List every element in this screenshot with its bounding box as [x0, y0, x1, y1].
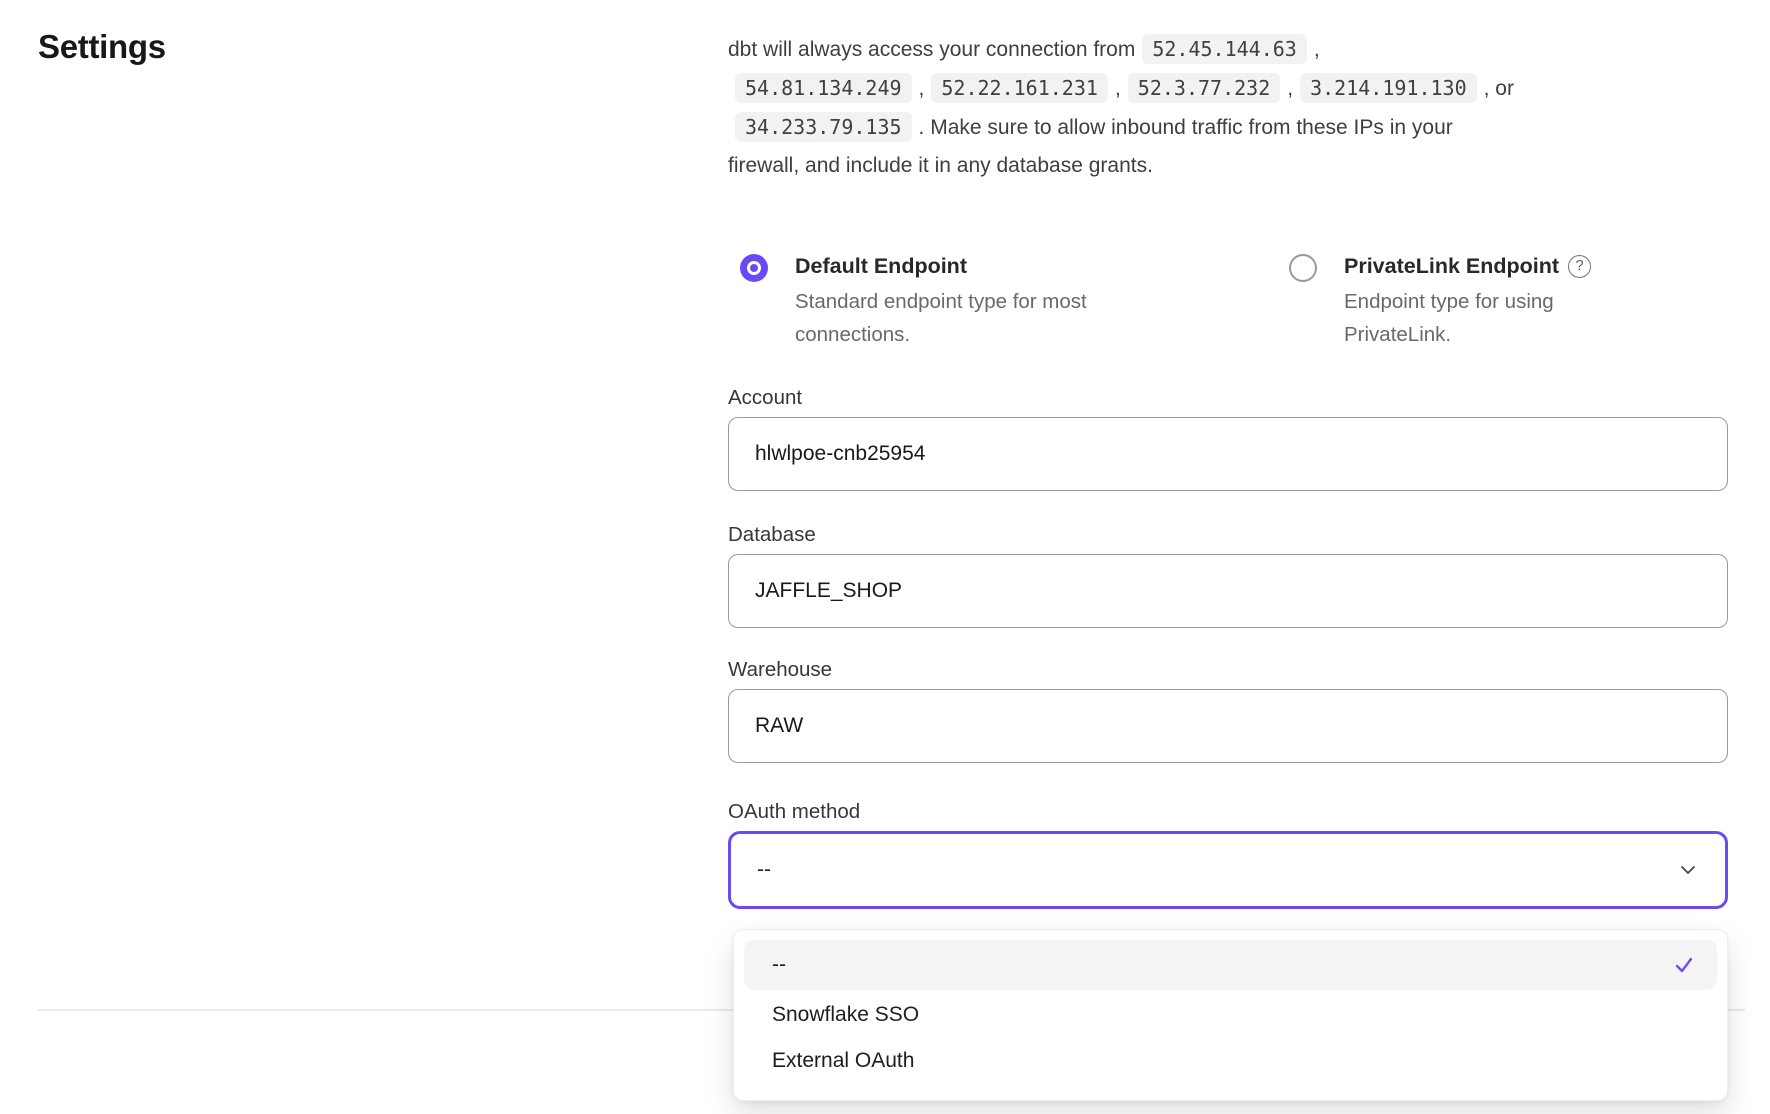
ip-address-chip: 52.45.144.63	[1142, 34, 1307, 64]
warehouse-label: Warehouse	[728, 658, 1728, 682]
privatelink-endpoint-title-text: PrivateLink Endpoint	[1344, 252, 1559, 280]
ip-address-chip: 34.233.79.135	[735, 112, 912, 142]
help-icon[interactable]: ?	[1568, 255, 1591, 278]
notice-text: firewall, and include it in any database…	[728, 154, 1153, 177]
default-endpoint-title-text: Default Endpoint	[795, 252, 967, 280]
oauth-method-dropdown: -- Snowflake SSO External OAuth	[733, 929, 1728, 1101]
dropdown-option-label: --	[772, 953, 786, 977]
separator: ,	[919, 77, 925, 100]
warehouse-field-group: Warehouse	[728, 658, 1728, 763]
oauth-method-label: OAuth method	[728, 800, 1728, 824]
chevron-down-icon	[1677, 859, 1699, 881]
radio-default-endpoint[interactable]	[740, 254, 768, 282]
ip-address-chip: 52.22.161.231	[931, 73, 1108, 103]
separator: ,	[1287, 77, 1293, 100]
account-field-group: Account	[728, 386, 1728, 491]
privatelink-endpoint-option[interactable]: PrivateLink Endpoint ? Endpoint type for…	[1289, 252, 1604, 351]
dropdown-option-snowflake-sso[interactable]: Snowflake SSO	[744, 992, 1717, 1038]
dropdown-option-label: External OAuth	[772, 1049, 914, 1073]
default-endpoint-option[interactable]: Default Endpoint Standard endpoint type …	[728, 252, 1289, 351]
default-endpoint-description: Standard endpoint type for most connecti…	[795, 285, 1140, 351]
ip-address-chip: 52.3.77.232	[1128, 73, 1280, 103]
notice-text: dbt will always access your connection f…	[728, 38, 1135, 61]
default-endpoint-label: Default Endpoint	[795, 252, 1140, 280]
privatelink-endpoint-label: PrivateLink Endpoint ?	[1344, 252, 1604, 280]
ip-address-chip: 3.214.191.130	[1300, 73, 1477, 103]
connection-settings-panel: dbt will always access your connection f…	[728, 30, 1732, 185]
radio-privatelink-endpoint[interactable]	[1289, 254, 1317, 282]
settings-page: Settings dbt will always access your con…	[0, 0, 1770, 1114]
endpoint-type-radio-group: Default Endpoint Standard endpoint type …	[728, 252, 1732, 351]
privatelink-endpoint-description: Endpoint type for using PrivateLink.	[1344, 285, 1604, 351]
separator: ,	[1115, 77, 1121, 100]
account-input[interactable]	[728, 417, 1728, 491]
notice-text: . Make sure to allow inbound traffic fro…	[919, 116, 1453, 139]
page-title: Settings	[38, 28, 166, 66]
oauth-method-select[interactable]: --	[728, 831, 1728, 909]
separator: , or	[1484, 77, 1514, 100]
dropdown-option-external-oauth[interactable]: External OAuth	[744, 1038, 1717, 1084]
warehouse-input[interactable]	[728, 689, 1728, 763]
account-label: Account	[728, 386, 1728, 410]
ip-allowlist-notice: dbt will always access your connection f…	[728, 30, 1732, 185]
oauth-method-selected-value: --	[757, 858, 771, 882]
dropdown-option-none[interactable]: --	[744, 940, 1717, 990]
database-label: Database	[728, 523, 1728, 547]
database-input[interactable]	[728, 554, 1728, 628]
oauth-method-field-group: OAuth method --	[728, 800, 1728, 909]
ip-address-chip: 54.81.134.249	[735, 73, 912, 103]
separator: ,	[1314, 38, 1320, 61]
dropdown-option-label: Snowflake SSO	[772, 1003, 919, 1027]
database-field-group: Database	[728, 523, 1728, 628]
check-icon	[1671, 952, 1697, 978]
